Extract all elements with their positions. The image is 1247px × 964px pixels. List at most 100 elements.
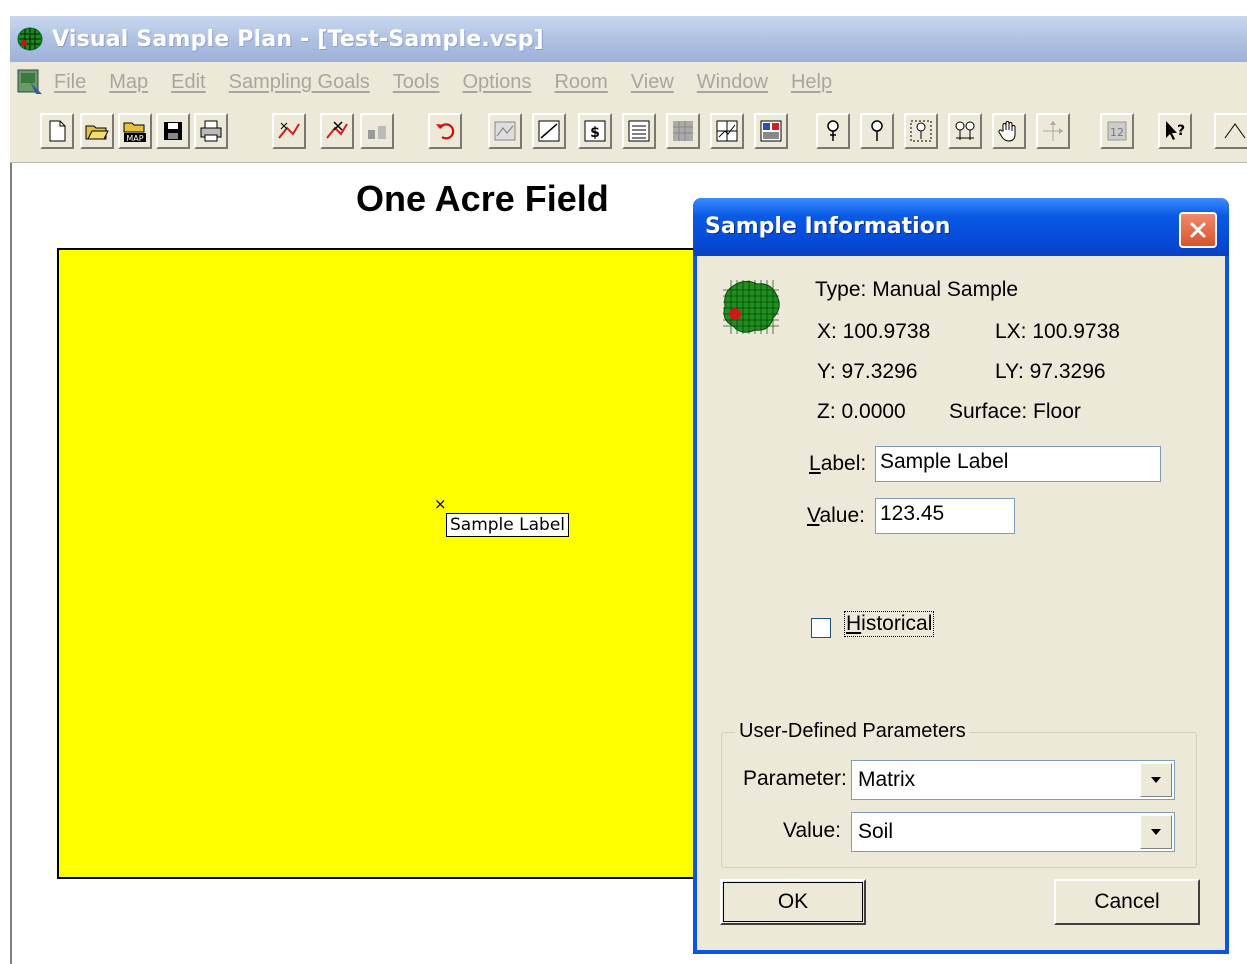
open-folder-icon: [85, 125, 109, 140]
sample-information-dialog: Sample Information Type: Manual Sample X…: [693, 198, 1229, 954]
new-file-icon: [49, 120, 66, 142]
pin-alt-button[interactable]: [860, 113, 894, 149]
rotate-button[interactable]: [1036, 113, 1070, 149]
grid-view-button[interactable]: [666, 113, 700, 149]
ok-button[interactable]: OK: [720, 879, 866, 925]
svg-text:MAP: MAP: [126, 134, 143, 143]
manual-sample-icon: [723, 280, 780, 334]
chevron-down-icon: [1151, 777, 1161, 783]
draw-sample-button[interactable]: [272, 113, 306, 149]
multi-view-button[interactable]: [754, 113, 788, 149]
app-grid-icon: [17, 27, 43, 51]
help-pointer-button[interactable]: ?: [1158, 113, 1192, 149]
multi-pin-button[interactable]: [948, 113, 982, 149]
dialog-title: Sample Information: [705, 214, 951, 239]
menu-window[interactable]: Window: [697, 71, 768, 94]
pin-button[interactable]: [816, 113, 850, 149]
svg-text:12: 12: [1110, 126, 1124, 139]
menu-help[interactable]: Help: [791, 71, 832, 94]
draw-sample-icon: [278, 122, 300, 139]
sample-tool-icon: [368, 126, 386, 139]
toolbar: MAP $ 12 ?: [10, 102, 1247, 164]
pan-button[interactable]: [992, 113, 1026, 149]
value-input[interactable]: 123.45: [875, 498, 1015, 534]
rotate-icon: [1043, 121, 1063, 141]
open-map-button[interactable]: MAP: [118, 113, 152, 149]
udp-value-caption: Value:: [783, 819, 841, 842]
cost-view-icon: $: [584, 120, 606, 142]
undo-icon: [436, 123, 455, 140]
zoom-box-button[interactable]: 12: [1100, 113, 1134, 149]
label-caption-rest: abel:: [820, 452, 867, 475]
label-caption-mnemonic: L: [809, 452, 821, 475]
udp-value-select[interactable]: Soil: [851, 812, 1175, 852]
new-file-button[interactable]: [40, 113, 74, 149]
menu-map[interactable]: Map: [109, 71, 148, 94]
open-button[interactable]: [80, 113, 114, 149]
user-defined-parameters-title: User-Defined Parameters: [735, 720, 970, 743]
label-field-caption: Label:: [809, 452, 866, 476]
pin-box-button[interactable]: [904, 113, 938, 149]
report-view-icon: [628, 120, 650, 142]
remove-sample-button[interactable]: [320, 113, 354, 149]
parameter-caption: Parameter:: [743, 767, 847, 790]
sample-field-area[interactable]: [57, 248, 717, 879]
historical-mnemonic: H: [846, 612, 862, 635]
menu-sampling-goals[interactable]: Sampling Goals: [229, 71, 370, 94]
window-titlebar: Visual Sample Plan - [Test-Sample.vsp]: [10, 16, 1247, 62]
map-title: One Acre Field: [356, 178, 609, 219]
parameter-selected-value: Matrix: [858, 768, 916, 791]
lx-coordinate-text: LX: 100.9738: [995, 320, 1120, 343]
pin-icon: [827, 120, 839, 141]
parameter-select[interactable]: Matrix: [851, 760, 1175, 800]
sample-tool-button[interactable]: [360, 113, 394, 149]
menu-options[interactable]: Options: [463, 71, 532, 94]
parameter-dropdown-button[interactable]: [1140, 763, 1172, 797]
menu-bar: File Map Edit Sampling Goals Tools Optio…: [10, 62, 1247, 102]
sample-marker[interactable]: ×: [434, 497, 447, 512]
cost-view-button[interactable]: $: [578, 113, 612, 149]
menu-room[interactable]: Room: [554, 71, 607, 94]
value-field-caption: Value:: [807, 504, 865, 528]
surface-text: Surface: Floor: [949, 400, 1081, 423]
x-coordinate-text: X: 100.9738: [817, 320, 931, 343]
cancel-button[interactable]: Cancel: [1054, 879, 1200, 925]
svg-text:$: $: [590, 125, 600, 141]
print-button[interactable]: [194, 113, 228, 149]
partial-icon: [1224, 123, 1246, 139]
multi-pin-icon: [955, 121, 975, 140]
sample-map-label[interactable]: Sample Label: [446, 513, 570, 537]
historical-label[interactable]: Historical: [843, 611, 935, 637]
value-caption-rest: alue:: [819, 504, 865, 527]
multi-view-icon: [760, 120, 782, 142]
document-icon[interactable]: [16, 68, 44, 96]
sample-type-text: Type: Manual Sample: [815, 278, 1019, 301]
report-view-button[interactable]: [622, 113, 656, 149]
historical-checkbox[interactable]: [811, 618, 831, 638]
svg-text:?: ?: [1177, 123, 1185, 139]
graph-view-button[interactable]: [532, 113, 566, 149]
close-icon: [1190, 222, 1206, 238]
pin-box-icon: [910, 120, 932, 142]
zoom-box-icon: 12: [1107, 121, 1127, 141]
pin-alt-icon: [871, 120, 883, 141]
map-view-button[interactable]: [488, 113, 522, 149]
close-button[interactable]: [1179, 212, 1217, 248]
save-button[interactable]: [156, 113, 190, 149]
label-input[interactable]: Sample Label: [875, 446, 1161, 482]
partial-toolbar-button[interactable]: [1214, 113, 1247, 149]
help-pointer-icon: ?: [1166, 121, 1185, 140]
grid-view-icon: [673, 121, 693, 141]
menu-tools[interactable]: Tools: [393, 71, 440, 94]
remove-sample-icon: [326, 121, 348, 139]
dialog-titlebar[interactable]: Sample Information: [693, 198, 1229, 256]
udp-value-dropdown-button[interactable]: [1140, 815, 1172, 849]
menu-edit[interactable]: Edit: [171, 71, 205, 94]
menu-file[interactable]: File: [54, 71, 86, 94]
menu-view[interactable]: View: [631, 71, 674, 94]
chevron-down-icon: [1151, 829, 1161, 835]
pan-hand-icon: [998, 121, 1016, 142]
coordinate-view-icon: [716, 120, 738, 142]
coordinate-view-button[interactable]: [710, 113, 744, 149]
undo-button[interactable]: [428, 113, 462, 149]
